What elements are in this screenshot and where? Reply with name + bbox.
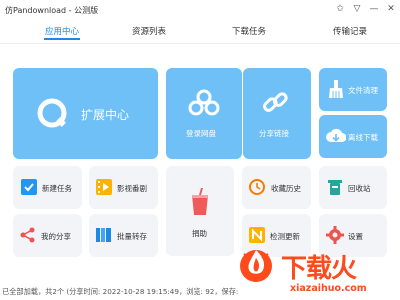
- active-tab-indicator: [44, 38, 80, 40]
- donate-label: 捐助: [192, 229, 207, 238]
- share-icon: [20, 227, 35, 243]
- menu-icon[interactable]: ▽: [350, 2, 364, 16]
- trash-icon: [328, 180, 342, 195]
- title-bar: 仿Pandownload - 公测版 ✩ ▽ — ✕: [0, 0, 400, 20]
- recycle-bin-label: 回收站: [348, 184, 371, 193]
- offline-download-label: 离线下载: [348, 133, 378, 142]
- tab-app-center[interactable]: 应用中心: [44, 25, 80, 43]
- link-icon: [263, 92, 288, 112]
- donate-tile[interactable]: 捐助: [166, 166, 234, 256]
- my-share-tile[interactable]: 我的分享: [13, 214, 82, 257]
- close-icon[interactable]: ✕: [384, 2, 398, 16]
- my-share-label: 我的分享: [41, 232, 71, 241]
- gear-icon: [326, 226, 344, 244]
- history-icon: [249, 179, 265, 195]
- tab-resource-list[interactable]: 资源列表: [131, 25, 167, 43]
- search-ring-icon: [37, 98, 67, 128]
- recycle-bin-tile[interactable]: 回收站: [319, 166, 387, 209]
- share-link-label: 分享链接: [259, 129, 289, 138]
- pin-icon[interactable]: ✩: [333, 2, 347, 16]
- movies-tile[interactable]: 影视番剧: [89, 166, 158, 209]
- app-window: 仿Pandownload - 公测版 ✩ ▽ — ✕ 应用中心 资源列表 下载任…: [0, 0, 400, 300]
- app-title: 仿Pandownload - 公测版: [5, 5, 99, 15]
- file-cleanup-label: 文件清理: [348, 86, 378, 95]
- expansion-center-label: 扩展中心: [81, 108, 130, 122]
- cup-icon: [192, 188, 208, 215]
- watermark-url: xiazaihuo.com: [290, 283, 367, 294]
- status-bar: 已全部加载，共2个 (分享时间: 2022-10-28 19:15:49，浏览:…: [2, 287, 238, 296]
- expansion-center-tile[interactable]: 扩展中心: [13, 68, 158, 159]
- login-netdisk-label: 登录网盘: [186, 129, 216, 138]
- new-task-icon: [21, 179, 37, 195]
- offline-download-tile[interactable]: 离线下载: [319, 115, 387, 158]
- history-tile[interactable]: 收藏历史: [242, 166, 311, 209]
- batch-save-label: 批量转存: [117, 232, 147, 241]
- share-link-tile[interactable]: 分享链接: [243, 68, 311, 159]
- broom-icon: [329, 80, 343, 98]
- cloud-download-icon: [326, 128, 346, 142]
- login-netdisk-tile[interactable]: 登录网盘: [166, 68, 242, 159]
- tab-divider: [0, 43, 400, 44]
- check-update-label: 检测更新: [270, 232, 300, 241]
- watermark-logo: [240, 250, 272, 282]
- update-icon: [249, 227, 265, 243]
- new-task-tile[interactable]: 新建任务: [13, 166, 82, 209]
- cloud-icon: [188, 89, 220, 116]
- movies-label: 影视番剧: [117, 184, 147, 193]
- tab-transfer-records[interactable]: 传输记录: [332, 25, 368, 43]
- batch-save-tile[interactable]: 批量转存: [89, 214, 158, 257]
- file-cleanup-tile[interactable]: 文件清理: [319, 68, 387, 111]
- book-icon: [96, 228, 111, 242]
- film-icon: [96, 179, 112, 195]
- watermark-brand: 下载火: [281, 254, 357, 284]
- new-task-label: 新建任务: [42, 184, 72, 193]
- minimize-icon[interactable]: —: [367, 2, 381, 16]
- settings-label: 设置: [348, 232, 363, 241]
- window-controls: ✩ ▽ — ✕: [333, 2, 398, 16]
- tab-download-tasks[interactable]: 下载任务: [231, 25, 267, 43]
- history-label: 收藏历史: [271, 184, 301, 193]
